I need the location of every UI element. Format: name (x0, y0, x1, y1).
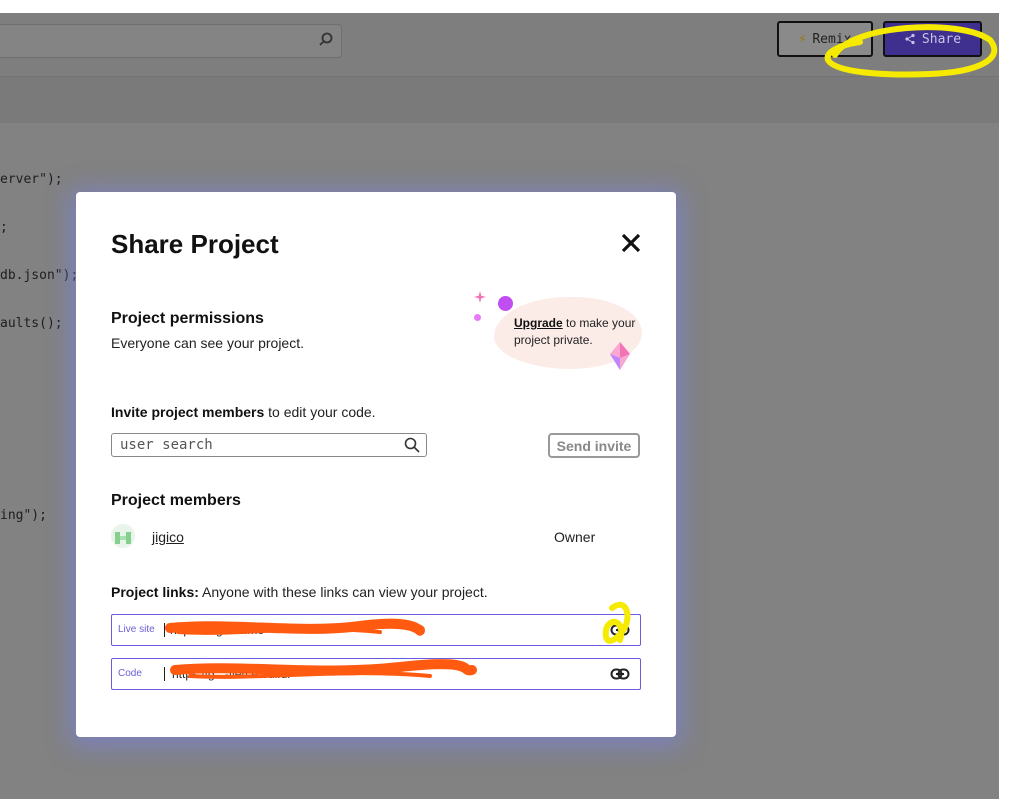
member-name[interactable]: jigico (152, 529, 184, 545)
editor-search-input[interactable] (0, 24, 342, 58)
permissions-subtitle: Everyone can see your project. (111, 335, 304, 351)
members-title: Project members (111, 492, 241, 509)
code-line: aults(); (0, 316, 63, 331)
code-line: ; (0, 220, 8, 235)
avatar-image (115, 532, 131, 544)
links-label-bold: Project links: (111, 584, 199, 600)
code-line: erver"); (0, 172, 63, 187)
code-line: ing"); (0, 508, 47, 523)
code-editor: erver"); ; db.json"); aults(); ing"); (0, 140, 78, 540)
upgrade-text: Upgrade to make your project private. (514, 315, 644, 349)
code-line: db.json"); (0, 268, 79, 283)
share-button[interactable]: Share (883, 21, 982, 57)
pink-dot-icon (474, 314, 481, 321)
editor-subbar (0, 77, 999, 123)
share-label: Share (921, 31, 962, 47)
copy-link-icon[interactable] (610, 621, 630, 639)
remix-label: Remix (812, 31, 852, 47)
avatar (111, 524, 135, 548)
live-site-link-field[interactable]: Live site https://...glitch.me (111, 614, 641, 646)
remix-button[interactable]: ⚡ Remix (777, 21, 873, 57)
user-search-placeholder: user search (120, 437, 213, 453)
divider (164, 623, 165, 637)
invite-label: Invite project members to edit your code… (111, 404, 376, 420)
upgrade-link[interactable]: Upgrade (514, 316, 563, 330)
share-icon (905, 33, 915, 45)
link-tag: Live site (118, 624, 155, 635)
top-bar: ⚡ Remix Share (0, 13, 999, 77)
send-invite-button[interactable]: Send invite (548, 433, 640, 458)
link-url[interactable]: https://...glitch.me (170, 623, 264, 637)
modal-title: Share Project (111, 229, 279, 259)
share-project-modal: Share Project Project permissions Everyo… (76, 192, 676, 737)
search-icon (404, 437, 420, 453)
link-url[interactable]: https://g...-fierce-sulfur (172, 667, 291, 681)
lightning-icon: ⚡ (798, 31, 807, 47)
sparkle-icon (474, 291, 486, 303)
search-icon (319, 32, 333, 46)
close-icon[interactable] (619, 231, 643, 255)
code-link-field[interactable]: Code https://g...-fierce-sulfur (111, 658, 641, 690)
divider (164, 667, 165, 681)
invite-label-rest: to edit your code. (264, 404, 376, 420)
links-label-rest: Anyone with these links can view your pr… (198, 584, 488, 600)
links-label: Project links: Anyone with these links c… (111, 584, 488, 600)
link-tag: Code (118, 668, 142, 679)
purple-dot-icon (498, 296, 513, 311)
invite-label-bold: Invite project members (111, 404, 265, 420)
member-role: Owner (554, 529, 596, 545)
copy-link-icon[interactable] (610, 665, 630, 683)
permissions-title: Project permissions (111, 310, 264, 327)
user-search-input[interactable]: user search (111, 433, 427, 457)
